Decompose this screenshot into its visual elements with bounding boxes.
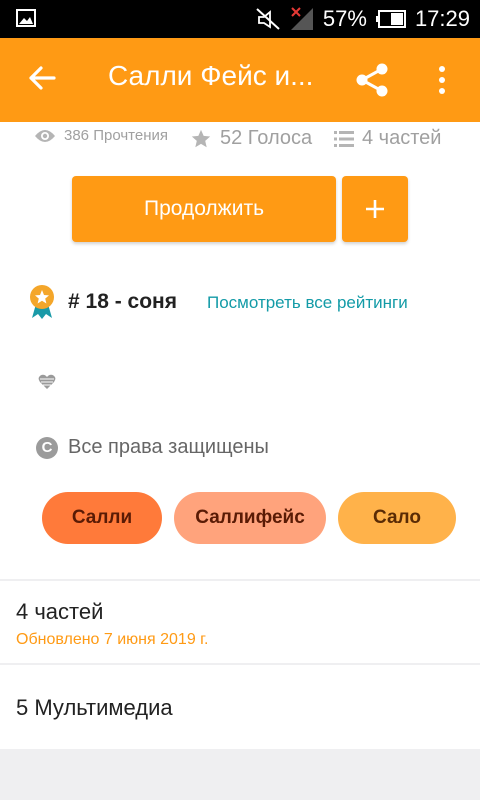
media-title: 5 Мультимедиа	[16, 695, 173, 720]
parts-list-row[interactable]: 4 частей Обновлено 7 июня 2019 г.	[0, 581, 480, 663]
clock: 17:29	[414, 6, 470, 31]
share-icon[interactable]	[352, 60, 392, 100]
tag-chip[interactable]: Салли	[42, 492, 162, 544]
star-icon	[191, 129, 211, 147]
gallery-icon	[16, 9, 36, 27]
story-stats: 386 Прочтения 52 Голоса 4 частей	[0, 127, 480, 159]
battery-percent: 57%	[322, 6, 367, 31]
copyright-icon: C	[36, 436, 58, 459]
parts-count: 4 частей	[362, 127, 442, 149]
view-all-rankings-link[interactable]: Посмотреть все рейтинги	[207, 293, 408, 313]
parts-title: 4 частей	[16, 599, 104, 624]
status-bar: 57% 17:29	[0, 0, 480, 38]
copyright-notice: C Все права защищены	[36, 436, 269, 459]
copyright-text: Все права защищены	[68, 436, 269, 458]
tag-chip[interactable]: Саллифейс	[174, 492, 326, 544]
updated-date: Обновлено 7 июня 2019 г.	[16, 631, 209, 648]
battery-icon	[375, 10, 406, 28]
ranking-medal-icon	[30, 285, 54, 319]
reads-stat: 386 Прочтения	[34, 127, 168, 144]
parts-stat: 4 частей	[334, 127, 441, 150]
muted-icon	[256, 8, 280, 30]
add-to-library-button[interactable]	[342, 176, 408, 242]
eye-icon	[35, 129, 55, 142]
media-row[interactable]: 5 Мультимедиа	[0, 665, 480, 749]
continue-reading-button[interactable]: Продолжить	[72, 176, 336, 242]
story-details: 386 Прочтения 52 Голоса 4 частей Продолж…	[0, 122, 480, 579]
plus-icon	[366, 200, 384, 218]
story-title: Салли Фейс и...	[108, 60, 314, 91]
ranking-text: # 18 - соня	[68, 290, 177, 313]
votes-count: 52 Голоса	[220, 127, 313, 149]
list-icon	[334, 130, 354, 147]
more-vert-icon[interactable]	[430, 62, 454, 98]
back-arrow-icon[interactable]	[26, 62, 58, 94]
tag-chip[interactable]: Сало	[338, 492, 456, 544]
no-signal-icon	[290, 7, 313, 30]
reads-count: 386 Прочтения	[64, 127, 168, 144]
heart-icon	[38, 374, 56, 389]
votes-stat: 52 Голоса	[190, 127, 312, 150]
app-bar: Салли Фейс и...	[0, 38, 480, 122]
